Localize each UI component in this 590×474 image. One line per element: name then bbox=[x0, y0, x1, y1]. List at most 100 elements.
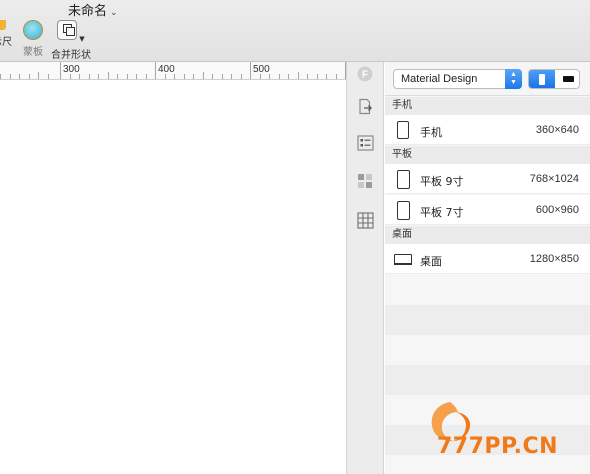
ruler-tick bbox=[222, 74, 223, 79]
design-system-value: Material Design bbox=[401, 73, 478, 85]
ruler-tick bbox=[70, 74, 71, 79]
toolbar: 未命名⌄ 示尺 蒙板 ▼ 合并形状 bbox=[0, 0, 590, 62]
empty-row bbox=[385, 365, 590, 395]
components-icon bbox=[358, 174, 372, 188]
device-size: 1280×850 bbox=[529, 253, 579, 265]
ruler-tool-label: 示尺 bbox=[0, 37, 12, 48]
device-size: 600×960 bbox=[535, 204, 579, 216]
ruler-tick bbox=[184, 74, 185, 79]
device-panel-header: Material Design ▲ ▼ bbox=[385, 62, 590, 96]
ruler-icon bbox=[0, 20, 6, 30]
watermark-text: 777PP.CN bbox=[437, 434, 559, 459]
ruler-tick bbox=[269, 74, 270, 79]
empty-row bbox=[385, 275, 590, 305]
empty-row bbox=[385, 305, 590, 335]
ruler-tick bbox=[165, 74, 166, 79]
ruler-tick bbox=[98, 74, 99, 79]
forms-icon: F bbox=[357, 66, 373, 82]
mask-tool-label: 蒙板 bbox=[23, 47, 43, 58]
device-row-desktop[interactable]: 桌面 1280×850 bbox=[385, 244, 590, 274]
ruler-tick bbox=[231, 74, 232, 79]
ruler-tick bbox=[193, 74, 194, 79]
portrait-button[interactable] bbox=[529, 70, 555, 88]
export-button[interactable] bbox=[356, 97, 374, 115]
tablet-icon bbox=[397, 170, 410, 189]
ruler-tick bbox=[19, 74, 20, 79]
design-canvas[interactable] bbox=[0, 81, 346, 474]
ruler-tick bbox=[48, 74, 49, 79]
device-row-tablet-7[interactable]: 平板 7寸 600×960 bbox=[385, 195, 590, 225]
device-name: 平板 7寸 bbox=[420, 206, 464, 219]
ruler-tick bbox=[279, 74, 280, 79]
mask-tool-button[interactable]: 蒙板 bbox=[20, 20, 46, 58]
ruler-tick bbox=[260, 74, 261, 79]
ruler-major-tick bbox=[60, 62, 61, 79]
ruler-tick bbox=[38, 72, 39, 79]
inspector-button[interactable] bbox=[356, 134, 374, 152]
landscape-icon bbox=[562, 76, 574, 82]
svg-text:F: F bbox=[362, 70, 368, 81]
document-title[interactable]: 未命名 ⌄ bbox=[68, 0, 118, 19]
chevron-down-icon: ⌄ bbox=[110, 8, 118, 18]
device-name: 桌面 bbox=[420, 255, 442, 268]
ruler-tick bbox=[336, 74, 337, 79]
inspector-icon-strip: F bbox=[346, 62, 384, 474]
section-header-phone: 手机 bbox=[385, 97, 590, 115]
forms-button[interactable]: F bbox=[356, 65, 374, 83]
ruler-major-tick bbox=[155, 62, 156, 79]
grid-button[interactable] bbox=[356, 211, 374, 229]
ruler-tool-button[interactable]: 示尺 bbox=[0, 20, 14, 48]
ruler-tick bbox=[203, 72, 204, 79]
ruler-tick bbox=[136, 74, 137, 79]
empty-row bbox=[385, 335, 590, 365]
ruler-tick bbox=[298, 72, 299, 79]
device-row-phone[interactable]: 手机 360×640 bbox=[385, 115, 590, 145]
watermark: 777PP.CN bbox=[415, 398, 590, 474]
ruler-major-tick bbox=[250, 62, 251, 79]
landscape-button[interactable] bbox=[555, 70, 579, 88]
horizontal-ruler[interactable]: 300 400 500 bbox=[0, 62, 346, 80]
tablet-icon bbox=[397, 201, 410, 220]
inspector-icon bbox=[356, 135, 374, 151]
merge-shapes-icon bbox=[57, 20, 78, 40]
export-icon bbox=[359, 98, 372, 114]
select-stepper-icon: ▲ ▼ bbox=[505, 69, 522, 89]
ruler-tick bbox=[29, 74, 30, 79]
section-header-tablet: 平板 bbox=[385, 146, 590, 164]
device-size: 768×1024 bbox=[529, 173, 579, 185]
orientation-toggle[interactable] bbox=[528, 69, 580, 89]
device-row-tablet-9[interactable]: 平板 9寸 768×1024 bbox=[385, 164, 590, 194]
ruler-tick bbox=[307, 74, 308, 79]
ruler-tick bbox=[127, 74, 128, 79]
ruler-tick bbox=[326, 74, 327, 79]
ruler-label-400: 400 bbox=[158, 64, 175, 75]
ruler-tick bbox=[174, 74, 175, 79]
ruler-tick bbox=[146, 74, 147, 79]
ruler-tick bbox=[117, 74, 118, 79]
phone-icon bbox=[397, 121, 409, 139]
ruler-tick bbox=[108, 72, 109, 79]
merge-shapes-label: 合并形状 bbox=[51, 50, 91, 61]
mask-icon bbox=[23, 20, 43, 40]
portrait-icon bbox=[539, 73, 545, 85]
components-button[interactable] bbox=[356, 172, 374, 190]
ruler-tick bbox=[241, 74, 242, 79]
device-name: 手机 bbox=[420, 126, 442, 139]
dropdown-arrow-icon: ▼ bbox=[79, 35, 85, 43]
merge-shapes-button[interactable]: ▼ 合并形状 bbox=[49, 20, 93, 61]
ruler-tick bbox=[317, 74, 318, 79]
ruler-tick bbox=[0, 74, 1, 79]
ruler-tick bbox=[212, 74, 213, 79]
section-header-desktop: 桌面 bbox=[385, 226, 590, 244]
document-title-text: 未命名 bbox=[68, 4, 108, 19]
design-system-select[interactable]: Material Design ▲ ▼ bbox=[393, 69, 522, 89]
grid-icon bbox=[356, 211, 374, 229]
device-name: 平板 9寸 bbox=[420, 175, 464, 188]
ruler-label-300: 300 bbox=[63, 64, 80, 75]
ruler-tick bbox=[79, 74, 80, 79]
device-size: 360×640 bbox=[535, 124, 579, 136]
ruler-tick bbox=[288, 74, 289, 79]
ruler-tick bbox=[89, 74, 90, 79]
ruler-tick bbox=[10, 74, 11, 79]
laptop-icon bbox=[394, 254, 412, 265]
